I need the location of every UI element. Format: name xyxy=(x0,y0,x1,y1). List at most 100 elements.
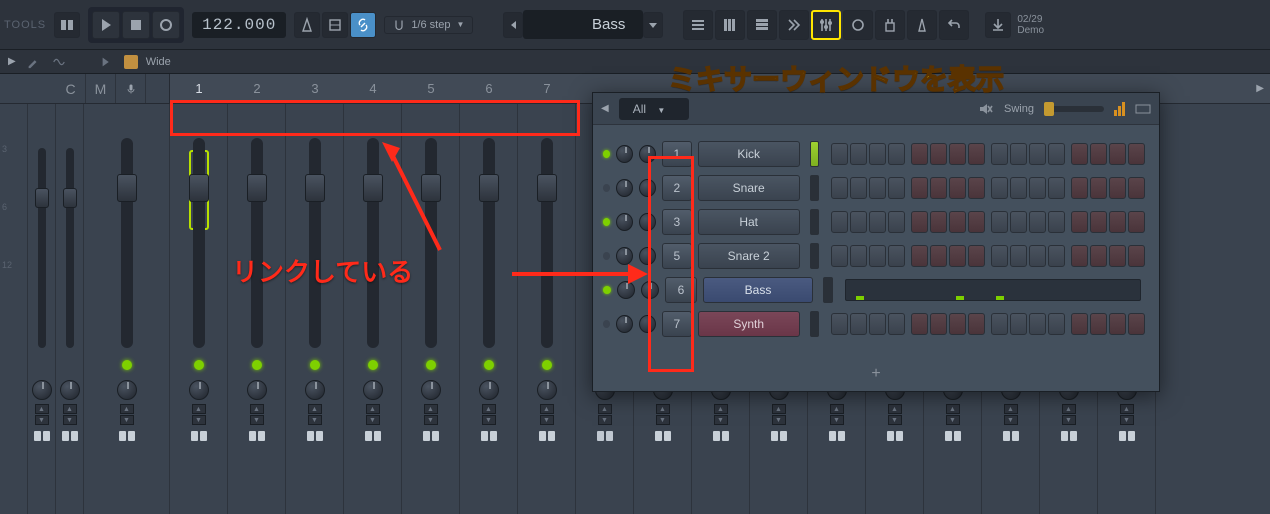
channel-pan-knob[interactable] xyxy=(616,213,633,231)
keyboard-icon[interactable] xyxy=(1135,101,1151,117)
send-arrows[interactable]: ▲▼ xyxy=(308,404,322,425)
stereo-sep-icon[interactable] xyxy=(304,429,326,443)
stereo-sep-icon[interactable] xyxy=(116,429,138,443)
channel-pan-knob[interactable] xyxy=(616,145,633,163)
step-button[interactable] xyxy=(888,211,905,233)
step-button[interactable] xyxy=(991,143,1008,165)
channel-row[interactable]: 7Synth xyxy=(603,307,1149,341)
step-button[interactable] xyxy=(831,143,848,165)
step-button[interactable] xyxy=(1128,143,1145,165)
channel-led[interactable] xyxy=(603,286,611,294)
step-button[interactable] xyxy=(1048,245,1065,267)
stereo-sep-icon[interactable] xyxy=(362,429,384,443)
channel-pan-knob[interactable] xyxy=(617,281,635,299)
stereo-sep-icon[interactable] xyxy=(826,429,848,443)
send-arrows[interactable]: ▲▼ xyxy=(192,404,206,425)
send-arrows[interactable]: ▲▼ xyxy=(1062,404,1076,425)
knob[interactable] xyxy=(32,380,52,400)
countdown-icon[interactable] xyxy=(322,12,348,38)
step-button[interactable] xyxy=(888,245,905,267)
step-button[interactable] xyxy=(831,211,848,233)
channel-vol-knob[interactable] xyxy=(639,315,656,333)
step-button[interactable] xyxy=(850,211,867,233)
piano-roll-preview[interactable] xyxy=(845,279,1141,301)
playlist-icon[interactable] xyxy=(683,10,713,40)
step-button[interactable] xyxy=(1071,211,1088,233)
record-button[interactable] xyxy=(152,11,180,39)
step-button[interactable] xyxy=(1048,313,1065,335)
channel-vol-knob[interactable] xyxy=(641,281,659,299)
step-button[interactable] xyxy=(1128,245,1145,267)
pan-knob[interactable] xyxy=(117,380,137,400)
step-button[interactable] xyxy=(1128,211,1145,233)
pan-knob[interactable] xyxy=(479,380,499,400)
channel-led[interactable] xyxy=(603,252,610,260)
step-button[interactable] xyxy=(930,143,947,165)
link-icon[interactable] xyxy=(350,12,376,38)
column-m[interactable]: M xyxy=(86,74,116,103)
channel-pan-knob[interactable] xyxy=(616,247,633,265)
step-button[interactable] xyxy=(1048,211,1065,233)
step-button[interactable] xyxy=(968,313,985,335)
channel-name-button[interactable]: Snare xyxy=(698,175,800,201)
channel-vol-knob[interactable] xyxy=(639,145,656,163)
pan-knob[interactable] xyxy=(363,380,383,400)
track-num-7[interactable]: 7 xyxy=(518,74,576,103)
wave-icon[interactable] xyxy=(50,55,68,69)
channel-selector[interactable] xyxy=(810,141,819,167)
step-button[interactable] xyxy=(869,211,886,233)
send-arrows[interactable]: ▲▼ xyxy=(250,404,264,425)
stereo-sep-icon[interactable] xyxy=(246,429,268,443)
mute-icon[interactable] xyxy=(976,101,994,117)
step-button[interactable] xyxy=(831,177,848,199)
pan-knob[interactable] xyxy=(247,380,267,400)
view-mode-label[interactable]: Wide xyxy=(146,56,171,68)
channel-selector[interactable] xyxy=(810,175,819,201)
step-button[interactable] xyxy=(949,211,966,233)
stop-button[interactable] xyxy=(122,11,150,39)
step-button[interactable] xyxy=(1010,143,1027,165)
step-button[interactable] xyxy=(949,177,966,199)
step-button[interactable] xyxy=(1071,245,1088,267)
mixer-track-insert-2[interactable]: Insert 2 ▲▼ xyxy=(228,104,286,514)
channel-led[interactable] xyxy=(603,184,610,192)
step-button[interactable] xyxy=(1090,211,1107,233)
undo-icon[interactable] xyxy=(939,10,969,40)
mixer-track-insert-1[interactable]: Insert 1 ▲▼ xyxy=(170,104,228,514)
send-arrows[interactable]: ▲▼ xyxy=(482,404,496,425)
step-button[interactable] xyxy=(1010,313,1027,335)
step-button[interactable] xyxy=(949,313,966,335)
column-c[interactable]: C xyxy=(56,74,86,103)
mixer-track-insert-7[interactable]: Insert 7 ▲▼ xyxy=(518,104,576,514)
send-arrows[interactable]: ▲▼ xyxy=(946,404,960,425)
snap-selector[interactable]: 1/6 step ▼ xyxy=(384,16,473,34)
channel-mixer-num[interactable]: 2 xyxy=(662,175,692,201)
step-button[interactable] xyxy=(1071,313,1088,335)
step-button[interactable] xyxy=(1048,177,1065,199)
send-arrows[interactable]: ▲▼ xyxy=(1120,404,1134,425)
pan-knob[interactable] xyxy=(305,380,325,400)
pattern-prev-icon[interactable] xyxy=(503,12,523,38)
step-button[interactable] xyxy=(888,313,905,335)
pattern-song-toggle[interactable] xyxy=(54,12,80,38)
channel-name-button[interactable]: Hat xyxy=(698,209,800,235)
channel-vol-knob[interactable] xyxy=(639,179,656,197)
step-button[interactable] xyxy=(1109,211,1126,233)
step-button[interactable] xyxy=(930,177,947,199)
add-channel-button[interactable]: + xyxy=(593,357,1159,391)
channel-filter-dropdown[interactable]: All ▼ xyxy=(619,98,690,120)
step-button[interactable] xyxy=(991,313,1008,335)
step-button[interactable] xyxy=(968,143,985,165)
knob[interactable] xyxy=(60,380,80,400)
channel-selector[interactable] xyxy=(823,277,833,303)
pan-knob[interactable] xyxy=(537,380,557,400)
step-button[interactable] xyxy=(850,143,867,165)
channel-row[interactable]: 1Kick xyxy=(603,137,1149,171)
step-button[interactable] xyxy=(991,245,1008,267)
step-button[interactable] xyxy=(1109,313,1126,335)
step-button[interactable] xyxy=(911,245,928,267)
channel-mixer-num[interactable]: 5 xyxy=(662,243,692,269)
stereo-sep-icon[interactable] xyxy=(652,429,674,443)
step-button[interactable] xyxy=(1029,177,1046,199)
step-button[interactable] xyxy=(1010,211,1027,233)
